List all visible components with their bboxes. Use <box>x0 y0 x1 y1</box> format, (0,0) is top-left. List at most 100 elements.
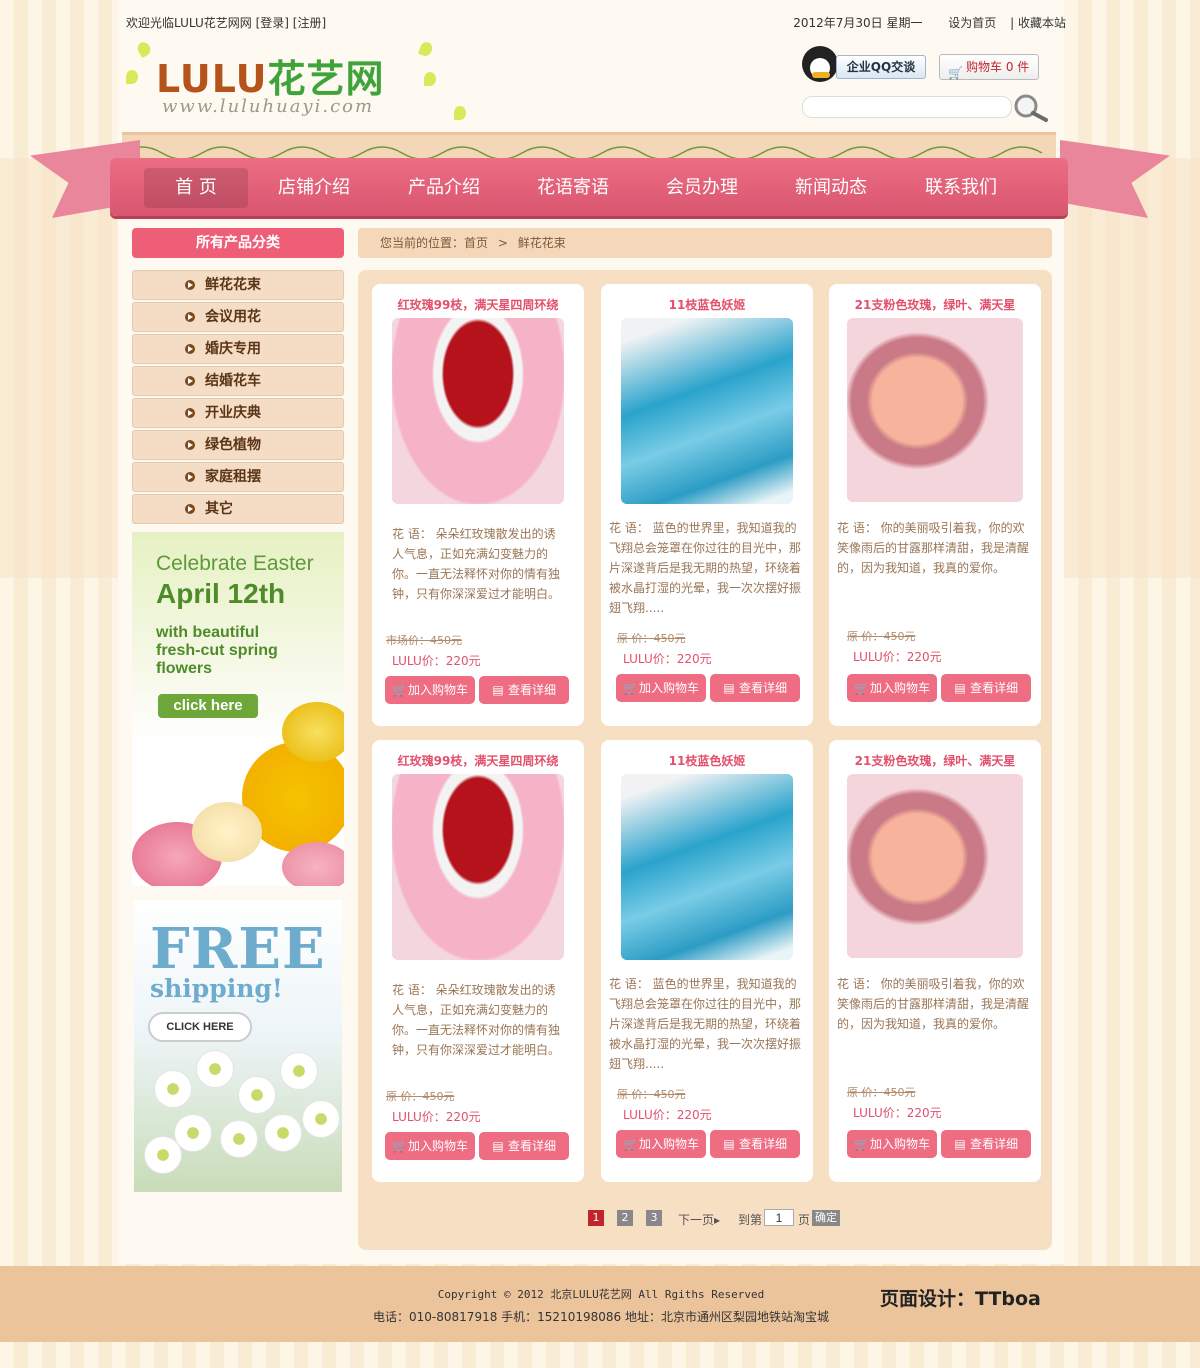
product-old-price: 原 价：450元 <box>847 630 916 643</box>
view-detail-button[interactable]: ▤ 查看详细 <box>941 674 1031 702</box>
search-input[interactable] <box>802 96 1012 118</box>
footer-designer: 页面设计：TTboa <box>880 1288 1041 1310</box>
page-3-button[interactable]: 3 <box>646 1210 662 1226</box>
bookmark-link[interactable]: | 收藏本站 <box>1010 16 1066 30</box>
product-title[interactable]: 红玫瑰99枝，满天星四周环绕 <box>380 296 576 313</box>
add-to-cart-button[interactable]: 🛒加入购物车 <box>385 1132 475 1160</box>
next-arrow-icon: ▸ <box>714 1213 721 1227</box>
leaf-icon <box>135 39 153 59</box>
arrow-bullet-icon <box>185 280 195 290</box>
goto-confirm-button[interactable]: 确定 <box>812 1210 840 1226</box>
category-item[interactable]: 家庭租摆 <box>132 462 344 492</box>
add-to-cart-label: 加入购物车 <box>407 683 468 697</box>
product-price: LULU价：220元 <box>623 1108 712 1122</box>
qq-chat-button[interactable]: 企业QQ交谈 <box>802 46 926 82</box>
product-card: 21支粉色玫瑰，绿叶、满天星 花 语： 你的美丽吸引着我，你的欢笑像雨后的甘露那… <box>829 740 1041 1182</box>
set-home-link[interactable]: 设为首页 <box>948 16 996 30</box>
product-title[interactable]: 21支粉色玫瑰，绿叶、满天星 <box>837 752 1033 769</box>
nav-item-home[interactable]: 首 页 <box>144 168 248 208</box>
vine-decoration <box>121 132 1056 160</box>
search-icon[interactable] <box>1010 92 1050 124</box>
daisy-image <box>238 1076 276 1114</box>
product-price: LULU价：220元 <box>853 1106 942 1120</box>
arrow-bullet-icon <box>185 312 195 322</box>
category-item[interactable]: 开业庆典 <box>132 398 344 428</box>
product-title[interactable]: 11枝蓝色妖姬 <box>609 296 805 313</box>
daisy-image <box>196 1050 234 1088</box>
goto-prefix: 到第 <box>738 1213 763 1227</box>
product-old-price: 原 价：450元 <box>617 1088 686 1101</box>
add-to-cart-button[interactable]: 🛒加入购物车 <box>385 676 475 704</box>
view-detail-button[interactable]: ▤ 查看详细 <box>710 674 800 702</box>
pink-roses-image[interactable] <box>847 318 1023 502</box>
red-roses-image[interactable] <box>392 774 564 960</box>
daisy-image <box>280 1052 318 1090</box>
category-item[interactable]: 其它 <box>132 494 344 524</box>
view-detail-button[interactable]: ▤ 查看详细 <box>479 676 569 704</box>
nav-item-news[interactable]: 新闻动态 <box>779 168 883 208</box>
welcome-text: 欢迎光临LULU花艺网网 [登录] [注册] <box>126 14 326 31</box>
easter-banner[interactable]: Celebrate Easter April 12th with beautif… <box>132 532 344 886</box>
logo-chinese: 花艺网 <box>267 57 385 101</box>
banner-click-here-button[interactable]: click here <box>158 694 258 718</box>
lily-flower-image <box>282 702 344 762</box>
view-detail-label: 查看详细 <box>738 1137 787 1151</box>
welcome-label: 欢迎光临LULU花艺网网 <box>126 16 252 30</box>
date-text: 2012年7月30日 星期一 <box>793 16 923 30</box>
product-title[interactable]: 11枝蓝色妖姬 <box>609 752 805 769</box>
view-detail-button[interactable]: ▤ 查看详细 <box>941 1130 1031 1158</box>
nav-item-membership[interactable]: 会员办理 <box>650 168 754 208</box>
daisy-image <box>220 1120 258 1158</box>
add-to-cart-button[interactable]: 🛒加入购物车 <box>616 1130 706 1158</box>
red-roses-image[interactable] <box>392 318 564 504</box>
logo-url: www.luluhuayi.com <box>162 96 375 117</box>
cart-button[interactable]: 🛒 购物车 0 件 <box>939 54 1039 80</box>
category-item[interactable]: 婚庆专用 <box>132 334 344 364</box>
page-1-button[interactable]: 1 <box>588 1210 604 1226</box>
pink-roses-image[interactable] <box>847 774 1023 958</box>
leaf-icon <box>417 40 435 58</box>
free-shipping-banner[interactable]: FREE shipping! CLICK HERE <box>134 900 342 1192</box>
product-price: LULU价：220元 <box>392 654 481 668</box>
category-item[interactable]: 鲜花花束 <box>132 270 344 300</box>
main-nav: 首 页 店铺介绍 产品介绍 花语寄语 会员办理 新闻动态 联系我们 <box>110 158 1068 216</box>
nav-item-contact[interactable]: 联系我们 <box>909 168 1013 208</box>
page-2-button[interactable]: 2 <box>617 1210 633 1226</box>
category-label: 会议用花 <box>205 309 261 325</box>
nav-item-products[interactable]: 产品介绍 <box>392 168 496 208</box>
product-title[interactable]: 红玫瑰99枝，满天星四周环绕 <box>380 752 576 769</box>
detail-icon: ▤ <box>492 683 504 697</box>
product-old-price: 原 价：450元 <box>617 632 686 645</box>
nav-item-store-intro[interactable]: 店铺介绍 <box>262 168 366 208</box>
product-title[interactable]: 21支粉色玫瑰，绿叶、满天星 <box>837 296 1033 313</box>
add-to-cart-button[interactable]: 🛒加入购物车 <box>847 674 937 702</box>
blue-roses-image[interactable] <box>621 774 793 960</box>
category-label: 开业庆典 <box>205 405 261 421</box>
add-to-cart-button[interactable]: 🛒加入购物车 <box>616 674 706 702</box>
breadcrumb-prefix[interactable]: 您当前的位置：首页 <box>380 236 488 250</box>
leaf-icon <box>424 72 436 86</box>
cart-icon: 🛒 <box>853 681 869 695</box>
site-logo[interactable]: LULU花艺网 www.luluhuayi.com <box>124 38 466 128</box>
blue-roses-image[interactable] <box>621 318 793 504</box>
logo-latin: LULU <box>156 57 268 101</box>
banner-click-here-button[interactable]: CLICK HERE <box>148 1012 252 1042</box>
register-link[interactable]: [注册] <box>293 16 326 30</box>
arrow-bullet-icon <box>185 440 195 450</box>
add-to-cart-button[interactable]: 🛒加入购物车 <box>847 1130 937 1158</box>
next-page-link[interactable]: 下一页▸ <box>678 1211 720 1228</box>
view-detail-button[interactable]: ▤ 查看详细 <box>479 1132 569 1160</box>
pink-flower-image <box>282 842 344 886</box>
category-item[interactable]: 绿色植物 <box>132 430 344 460</box>
goto-suffix: 页 <box>798 1213 811 1227</box>
category-item[interactable]: 会议用花 <box>132 302 344 332</box>
login-link[interactable]: [登录] <box>256 16 289 30</box>
goto-page-input[interactable] <box>764 1209 794 1226</box>
detail-icon: ▤ <box>492 1139 504 1153</box>
product-price: LULU价：220元 <box>392 1110 481 1124</box>
view-detail-label: 查看详细 <box>507 1139 556 1153</box>
nav-item-flower-language[interactable]: 花语寄语 <box>521 168 625 208</box>
view-detail-button[interactable]: ▤ 查看详细 <box>710 1130 800 1158</box>
category-item[interactable]: 结婚花车 <box>132 366 344 396</box>
banner-shipping-text: shipping! <box>150 974 283 1003</box>
